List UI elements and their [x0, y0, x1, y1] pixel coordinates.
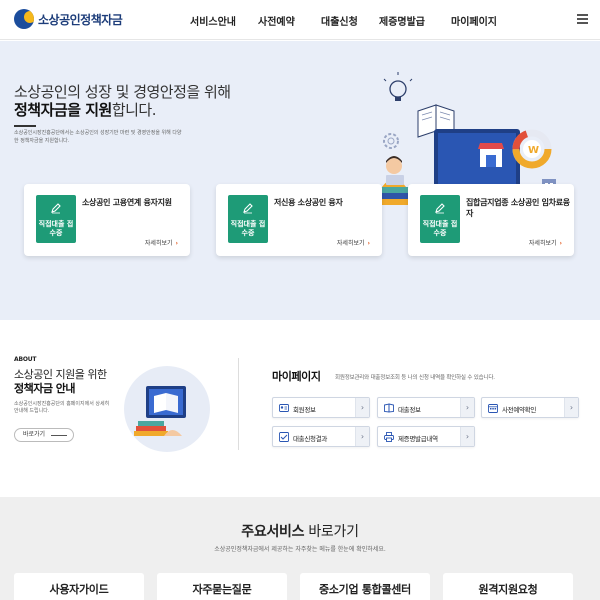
main-services-section: 주요서비스 바로가기 소상공인정책자금에서 제공하는 자주찾는 메뉴를 한눈에 … [0, 497, 600, 600]
svg-text:W: W [528, 145, 539, 156]
pen-icon [243, 203, 253, 214]
chevron-right-icon: › [460, 398, 474, 417]
store-icon [478, 143, 504, 167]
service-call-center[interactable]: 중소기업 통합콜센터 [300, 573, 430, 600]
calendar-icon [488, 404, 498, 413]
pen-icon [51, 203, 61, 214]
section-divider [238, 358, 239, 450]
chevron-right-icon: › [559, 240, 562, 247]
global-nav: 서비스안내 사전예약 대출신청 제증명발급 마이페이지 [190, 13, 511, 28]
logo-mark-icon [14, 9, 34, 29]
loan-card-employment[interactable]: 직접대출 접수중 소상공인 고용연계 융자지원 자세히보기 › [24, 184, 190, 256]
badge-text: 직접대출 접수중 [230, 220, 266, 237]
hero-divider [14, 125, 36, 127]
pen-icon [435, 203, 445, 214]
hero-title-bold: 정책자금을 지원 [14, 101, 112, 119]
loan-card-low-credit[interactable]: 직접대출 접수중 저신용 소상공인 융자 자세히보기 › [216, 184, 382, 256]
about-illustration [124, 366, 210, 452]
mypage-loan-result-button[interactable]: 대출신청결과 › [272, 426, 370, 447]
card-title: 저신용 소상공인 융자 [274, 198, 343, 207]
person-icon [382, 156, 406, 187]
checklist-icon [279, 432, 289, 442]
services-title: 주요서비스 바로가기 [0, 521, 600, 541]
donut-chart-icon: W [512, 129, 552, 169]
chevron-right-icon: › [460, 427, 474, 446]
nav-item-service-info[interactable]: 서비스안내 [190, 13, 258, 28]
direct-loan-badge: 직접대출 접수중 [420, 195, 460, 243]
badge-text: 직접대출 접수중 [422, 220, 458, 237]
mypage-member-info-button[interactable]: 회원정보 › [272, 397, 370, 418]
loan-card-rent[interactable]: 직접대출 접수중 집합금지업종 소상공인 임차료융자 자세히보기 › [408, 184, 574, 256]
printer-icon [384, 432, 394, 442]
card-more-link[interactable]: 자세히보기 › [337, 238, 370, 247]
hero-description: 소상공인시장진흥공단에서는 소상공인의 성장기반 마련 및 경영안정을 위해 다… [14, 130, 182, 144]
mypage-button-label: 대출정보 [398, 406, 421, 414]
services-title-rest: 바로가기 [304, 524, 359, 540]
services-description: 소상공인정책자금에서 제공하는 자주찾는 메뉴를 한눈에 확인하세요. [214, 546, 386, 553]
nav-item-pre-reservation[interactable]: 사전예약 [258, 13, 321, 28]
card-more-label: 자세히보기 [144, 240, 173, 247]
logo-text: 소상공인정책자금 [38, 12, 123, 27]
direct-loan-badge: 직접대출 접수중 [228, 195, 268, 243]
about-description: 소상공인시장진흥공단의 홈페이지에서 상세히 안내해 드립니다. [14, 401, 110, 414]
reading-person-icon [134, 386, 186, 436]
id-card-icon [279, 404, 289, 412]
card-title: 소상공인 고용연계 융자지원 [82, 198, 172, 207]
hero-section: 소상공인의 성장 및 경영안정을 위해 정책자금을 지원합니다. 소상공인시장진… [0, 41, 600, 320]
card-more-label: 자세히보기 [528, 240, 557, 247]
card-more-link[interactable]: 자세히보기 › [529, 238, 562, 247]
about-shortcut-button[interactable]: 바로가기 [14, 428, 74, 442]
hero-title-rest: 합니다. [111, 101, 157, 119]
hamburger-menu-icon[interactable] [577, 14, 588, 24]
site-header: 소상공인정책자금 서비스안내 사전예약 대출신청 제증명발급 마이페이지 [0, 0, 600, 40]
card-title: 집합금지업종 소상공인 임차료융자 [466, 198, 570, 218]
chevron-right-icon: › [355, 427, 369, 446]
lightbulb-icon [383, 72, 413, 101]
hero-title-line2: 정책자금을 지원합니다. [14, 99, 157, 120]
mypage-button-label: 제증명발급내역 [398, 435, 438, 443]
chevron-right-icon: › [367, 240, 370, 247]
mypage-button-label: 대출신청결과 [293, 435, 328, 443]
mypage-loan-info-button[interactable]: 대출정보 › [377, 397, 475, 418]
chevron-right-icon: › [175, 240, 178, 247]
nav-item-mypage[interactable]: 마이페이지 [451, 13, 511, 28]
card-more-label: 자세히보기 [336, 240, 365, 247]
nav-item-loan-application[interactable]: 대출신청 [321, 13, 379, 28]
gear-icon [383, 133, 399, 149]
mypage-button-label: 회원정보 [293, 406, 316, 414]
direct-loan-badge: 직접대출 접수중 [36, 195, 76, 243]
card-more-link[interactable]: 자세히보기 › [145, 238, 178, 247]
service-user-guide[interactable]: 사용자가이드 [14, 573, 144, 600]
about-title-line2: 정책자금 안내 [14, 382, 76, 395]
chevron-right-icon: › [564, 398, 578, 417]
mypage-title: 마이페이지 [272, 370, 321, 383]
mypage-certificate-history-button[interactable]: 제증명발급내역 › [377, 426, 475, 447]
badge-text: 직접대출 접수중 [38, 220, 74, 237]
about-button-label: 바로가기 [23, 431, 46, 438]
mypage-description: 회원정보관리와 대출정보조회 등 나의 신청 내역을 확인하실 수 있습니다. [335, 375, 495, 381]
nav-item-certificate[interactable]: 제증명발급 [379, 13, 451, 28]
mypage-reservation-check-button[interactable]: 사전예약확인 › [481, 397, 579, 418]
mypage-button-label: 사전예약확인 [502, 406, 537, 414]
site-logo[interactable]: 소상공인정책자금 [14, 9, 123, 29]
service-remote-support[interactable]: 원격지원요청 [443, 573, 573, 600]
book-icon [384, 403, 394, 413]
service-faq[interactable]: 자주묻는질문 [157, 573, 287, 600]
about-label: ABOUT [14, 356, 37, 363]
services-title-bold: 주요서비스 [241, 524, 305, 540]
arrow-line-icon [51, 435, 67, 436]
chevron-right-icon: › [355, 398, 369, 417]
